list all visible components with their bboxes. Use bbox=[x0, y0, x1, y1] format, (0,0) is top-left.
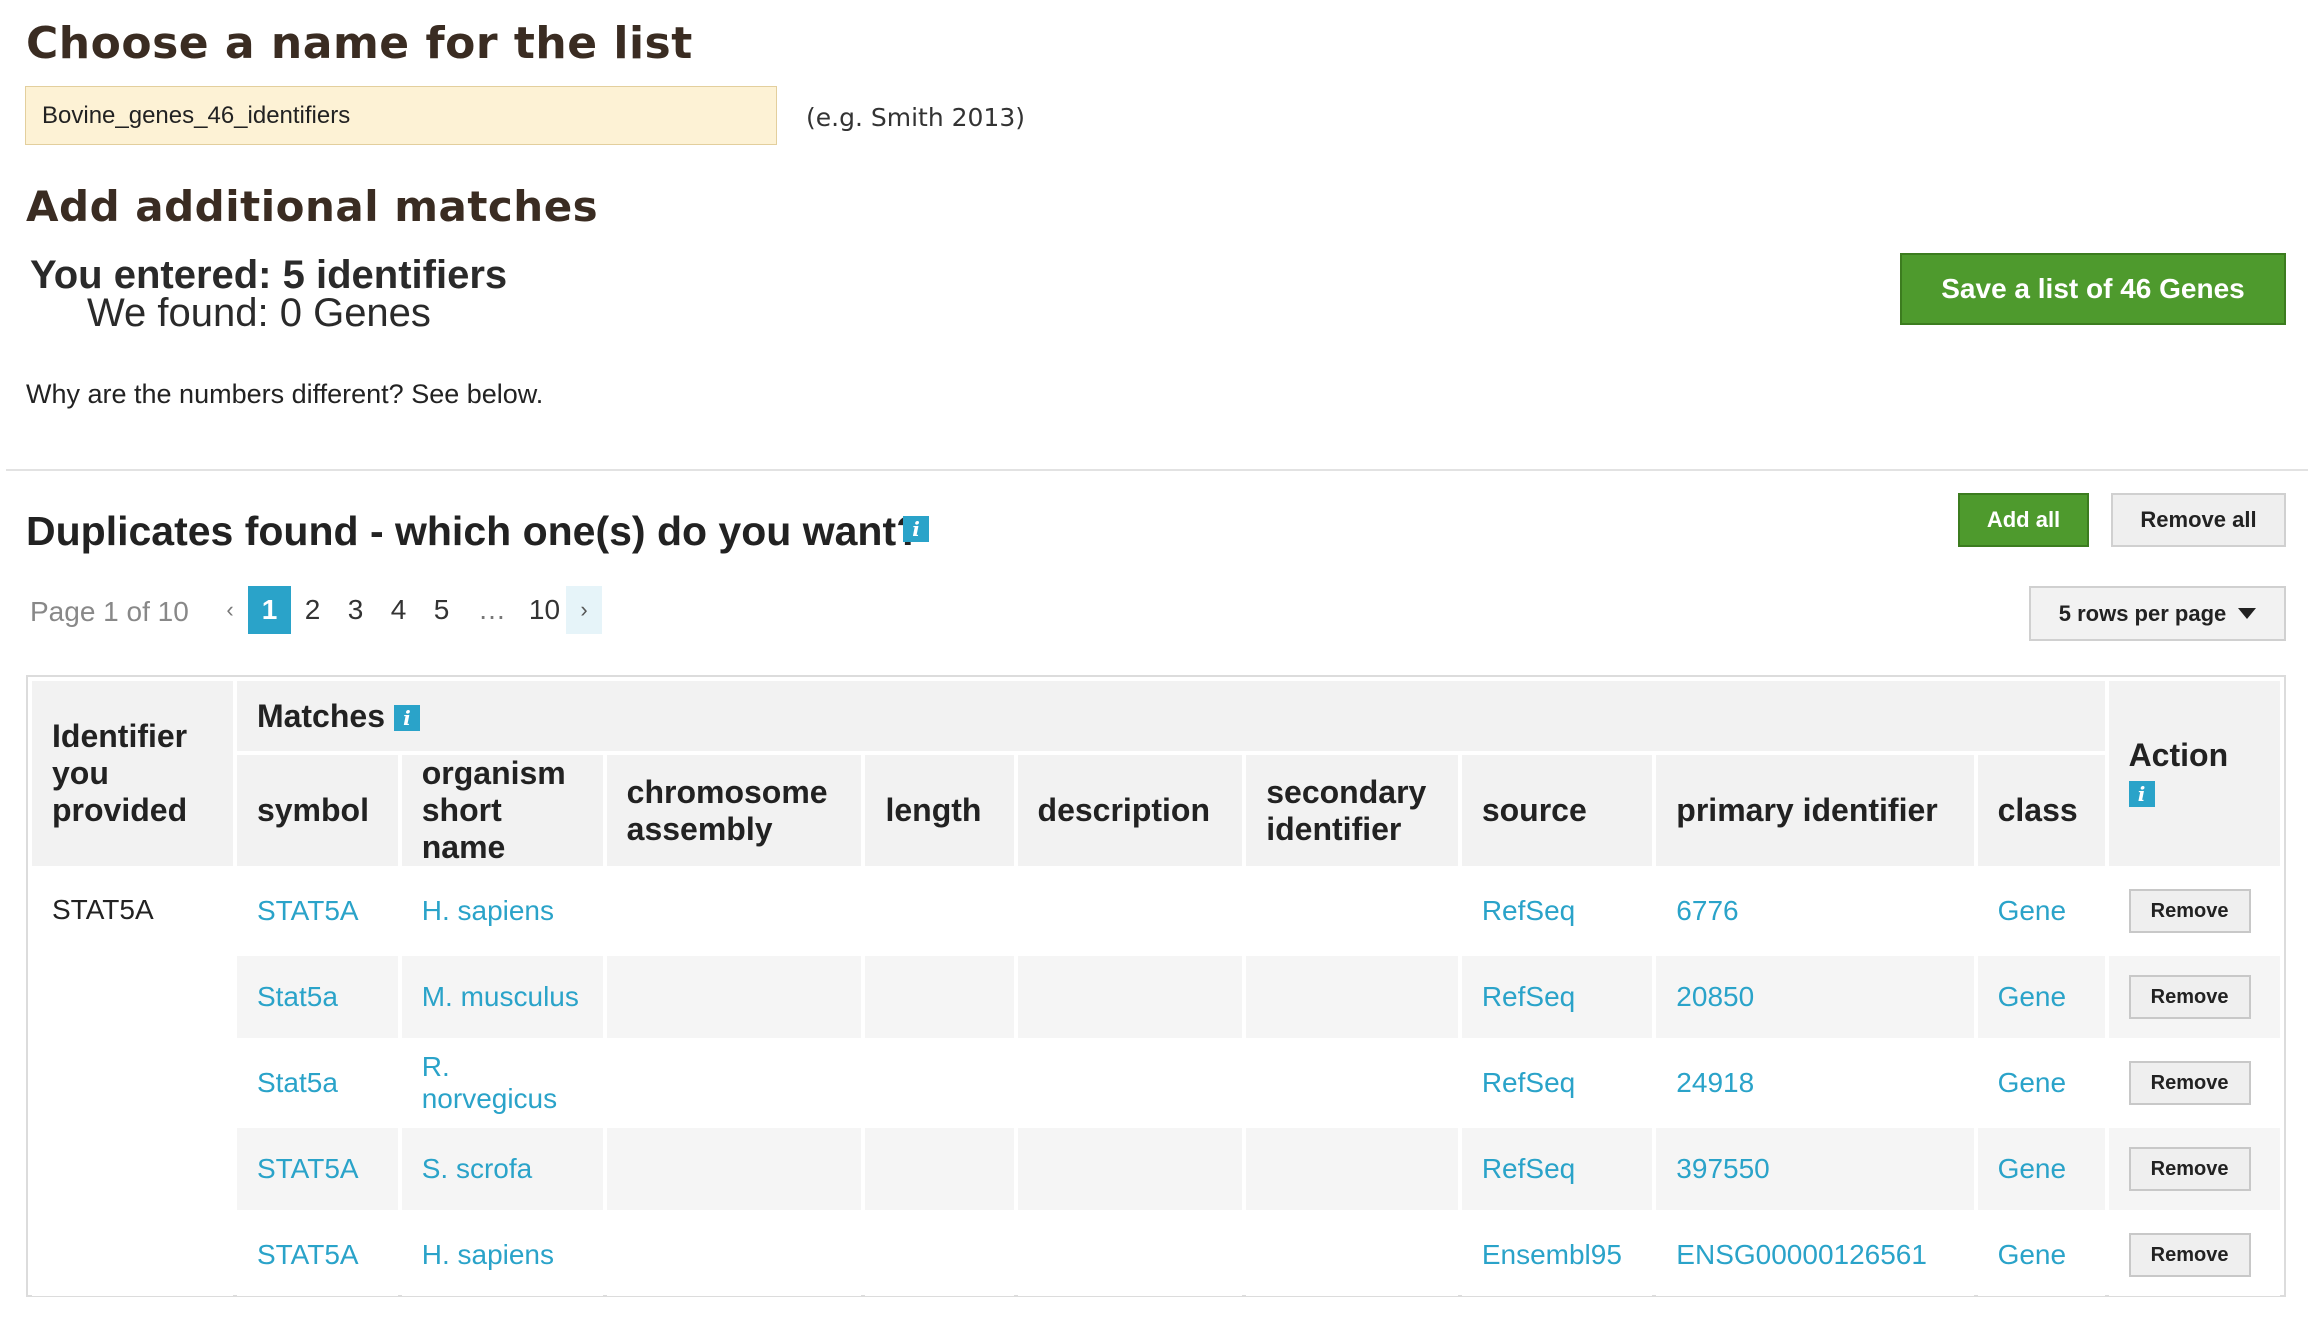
section-divider bbox=[6, 469, 2308, 471]
add-matches-title: Add additional matches bbox=[26, 182, 599, 231]
col-header-organism[interactable]: organism short name bbox=[401, 755, 603, 866]
table-row: STAT5A S. scrofa RefSeq 397550 Gene Remo… bbox=[32, 1128, 2280, 1210]
col-header-source[interactable]: source bbox=[1461, 755, 1653, 866]
organism-link[interactable]: H. sapiens bbox=[422, 1239, 554, 1270]
source-link[interactable]: RefSeq bbox=[1482, 895, 1575, 926]
pagination: ‹ 1 2 3 4 5 … 10 › bbox=[212, 586, 602, 634]
chromosome-cell bbox=[606, 1128, 862, 1210]
col-header-description[interactable]: description bbox=[1017, 755, 1243, 866]
pagination-ellipsis: … bbox=[478, 594, 508, 625]
length-cell bbox=[865, 956, 1014, 1038]
length-cell bbox=[865, 1042, 1014, 1124]
organism-link[interactable]: M. musculus bbox=[422, 981, 579, 1012]
primary-id-link[interactable]: 6776 bbox=[1676, 895, 1738, 926]
we-found-count: We found: 0 Genes bbox=[87, 291, 431, 335]
page-link-5[interactable]: 5 bbox=[420, 586, 463, 634]
length-cell bbox=[865, 1214, 1014, 1296]
remove-button[interactable]: Remove bbox=[2128, 1061, 2251, 1105]
list-name-title: Choose a name for the list bbox=[26, 18, 693, 69]
col-header-symbol[interactable]: symbol bbox=[236, 755, 398, 866]
header-identifier: Identifier you provided bbox=[32, 681, 233, 866]
header-action-label: Action bbox=[2128, 736, 2229, 773]
col-header-secondary[interactable]: secondary identifier bbox=[1246, 755, 1458, 866]
secondary-cell bbox=[1246, 1214, 1458, 1296]
add-all-button[interactable]: Add all bbox=[1958, 493, 2089, 547]
description-cell bbox=[1017, 870, 1243, 952]
secondary-cell bbox=[1246, 956, 1458, 1038]
col-header-chromosome[interactable]: chromosome assembly bbox=[606, 755, 862, 866]
symbol-link[interactable]: Stat5a bbox=[257, 981, 338, 1012]
class-link[interactable]: Gene bbox=[1998, 1067, 2067, 1098]
source-link[interactable]: Ensembl95 bbox=[1482, 1239, 1622, 1270]
remove-button[interactable]: Remove bbox=[2128, 1147, 2251, 1191]
info-icon[interactable]: i bbox=[2128, 781, 2155, 808]
table-row: Stat5a M. musculus RefSeq 20850 Gene Rem… bbox=[32, 956, 2280, 1038]
class-link[interactable]: Gene bbox=[1998, 1153, 2067, 1184]
identifier-cell: STAT5A bbox=[32, 870, 233, 1296]
info-icon[interactable]: i bbox=[903, 516, 929, 542]
header-matches: Matches i bbox=[236, 681, 2105, 751]
why-different-text: Why are the numbers different? See below… bbox=[26, 379, 544, 409]
secondary-cell bbox=[1246, 1128, 1458, 1210]
page-link-4[interactable]: 4 bbox=[377, 586, 420, 634]
class-link[interactable]: Gene bbox=[1998, 1239, 2067, 1270]
source-link[interactable]: RefSeq bbox=[1482, 1153, 1575, 1184]
remove-button[interactable]: Remove bbox=[2128, 1233, 2251, 1277]
chromosome-cell bbox=[606, 1214, 862, 1296]
page-link-3[interactable]: 3 bbox=[334, 586, 377, 634]
col-header-primary[interactable]: primary identifier bbox=[1656, 755, 1974, 866]
duplicates-title: Duplicates found - which one(s) do you w… bbox=[26, 508, 922, 554]
header-action: Action i bbox=[2108, 681, 2280, 866]
primary-id-link[interactable]: 24918 bbox=[1676, 1067, 1754, 1098]
list-name-input[interactable] bbox=[25, 86, 777, 145]
primary-id-link[interactable]: 397550 bbox=[1676, 1153, 1769, 1184]
page-link-1[interactable]: 1 bbox=[248, 586, 291, 634]
description-cell bbox=[1017, 1128, 1243, 1210]
length-cell bbox=[865, 1128, 1014, 1210]
chevron-down-icon bbox=[2238, 608, 2257, 619]
class-link[interactable]: Gene bbox=[1998, 981, 2067, 1012]
table-row: Stat5a R. norvegicus RefSeq 24918 Gene R… bbox=[32, 1042, 2280, 1124]
save-list-button[interactable]: Save a list of 46 Genes bbox=[1900, 253, 2286, 325]
organism-link[interactable]: H. sapiens bbox=[422, 895, 554, 926]
page-link-2[interactable]: 2 bbox=[291, 586, 334, 634]
symbol-link[interactable]: STAT5A bbox=[257, 895, 359, 926]
page-link-10[interactable]: 10 bbox=[523, 586, 566, 634]
rows-per-page-select[interactable]: 5 rows per page bbox=[2029, 586, 2286, 641]
col-header-class[interactable]: class bbox=[1977, 755, 2105, 866]
length-cell bbox=[865, 870, 1014, 952]
symbol-link[interactable]: STAT5A bbox=[257, 1153, 359, 1184]
table-row: STAT5A STAT5A H. sapiens RefSeq 6776 Gen… bbox=[32, 870, 2280, 1296]
organism-link[interactable]: R. norvegicus bbox=[422, 1051, 557, 1114]
info-icon[interactable]: i bbox=[393, 705, 420, 732]
class-link[interactable]: Gene bbox=[1998, 895, 2067, 926]
description-cell bbox=[1017, 1214, 1243, 1296]
source-link[interactable]: RefSeq bbox=[1482, 1067, 1575, 1098]
header-matches-label: Matches bbox=[256, 697, 385, 734]
remove-all-button[interactable]: Remove all bbox=[2111, 493, 2286, 547]
list-name-hint: (e.g. Smith 2013) bbox=[806, 103, 1025, 132]
prev-page-button[interactable]: ‹ bbox=[212, 586, 248, 634]
organism-link[interactable]: S. scrofa bbox=[422, 1153, 532, 1184]
remove-button[interactable]: Remove bbox=[2128, 975, 2251, 1019]
symbol-link[interactable]: Stat5a bbox=[257, 1067, 338, 1098]
rows-per-page-label: 5 rows per page bbox=[2058, 600, 2227, 626]
chromosome-cell bbox=[606, 870, 862, 952]
primary-id-link[interactable]: 20850 bbox=[1676, 981, 1754, 1012]
next-page-button[interactable]: › bbox=[566, 586, 602, 634]
page-indicator: Page 1 of 10 bbox=[30, 596, 189, 627]
duplicates-table: Identifier you provided Matches i Action… bbox=[26, 675, 2286, 1297]
secondary-cell bbox=[1246, 870, 1458, 952]
source-link[interactable]: RefSeq bbox=[1482, 981, 1575, 1012]
chromosome-cell bbox=[606, 1042, 862, 1124]
col-header-length[interactable]: length bbox=[865, 755, 1014, 866]
description-cell bbox=[1017, 1042, 1243, 1124]
primary-id-link[interactable]: ENSG00000126561 bbox=[1676, 1239, 1927, 1270]
remove-button[interactable]: Remove bbox=[2128, 889, 2251, 933]
symbol-link[interactable]: STAT5A bbox=[257, 1239, 359, 1270]
chromosome-cell bbox=[606, 956, 862, 1038]
table-row: STAT5A H. sapiens Ensembl95 ENSG00000126… bbox=[32, 1214, 2280, 1296]
secondary-cell bbox=[1246, 1042, 1458, 1124]
description-cell bbox=[1017, 956, 1243, 1038]
